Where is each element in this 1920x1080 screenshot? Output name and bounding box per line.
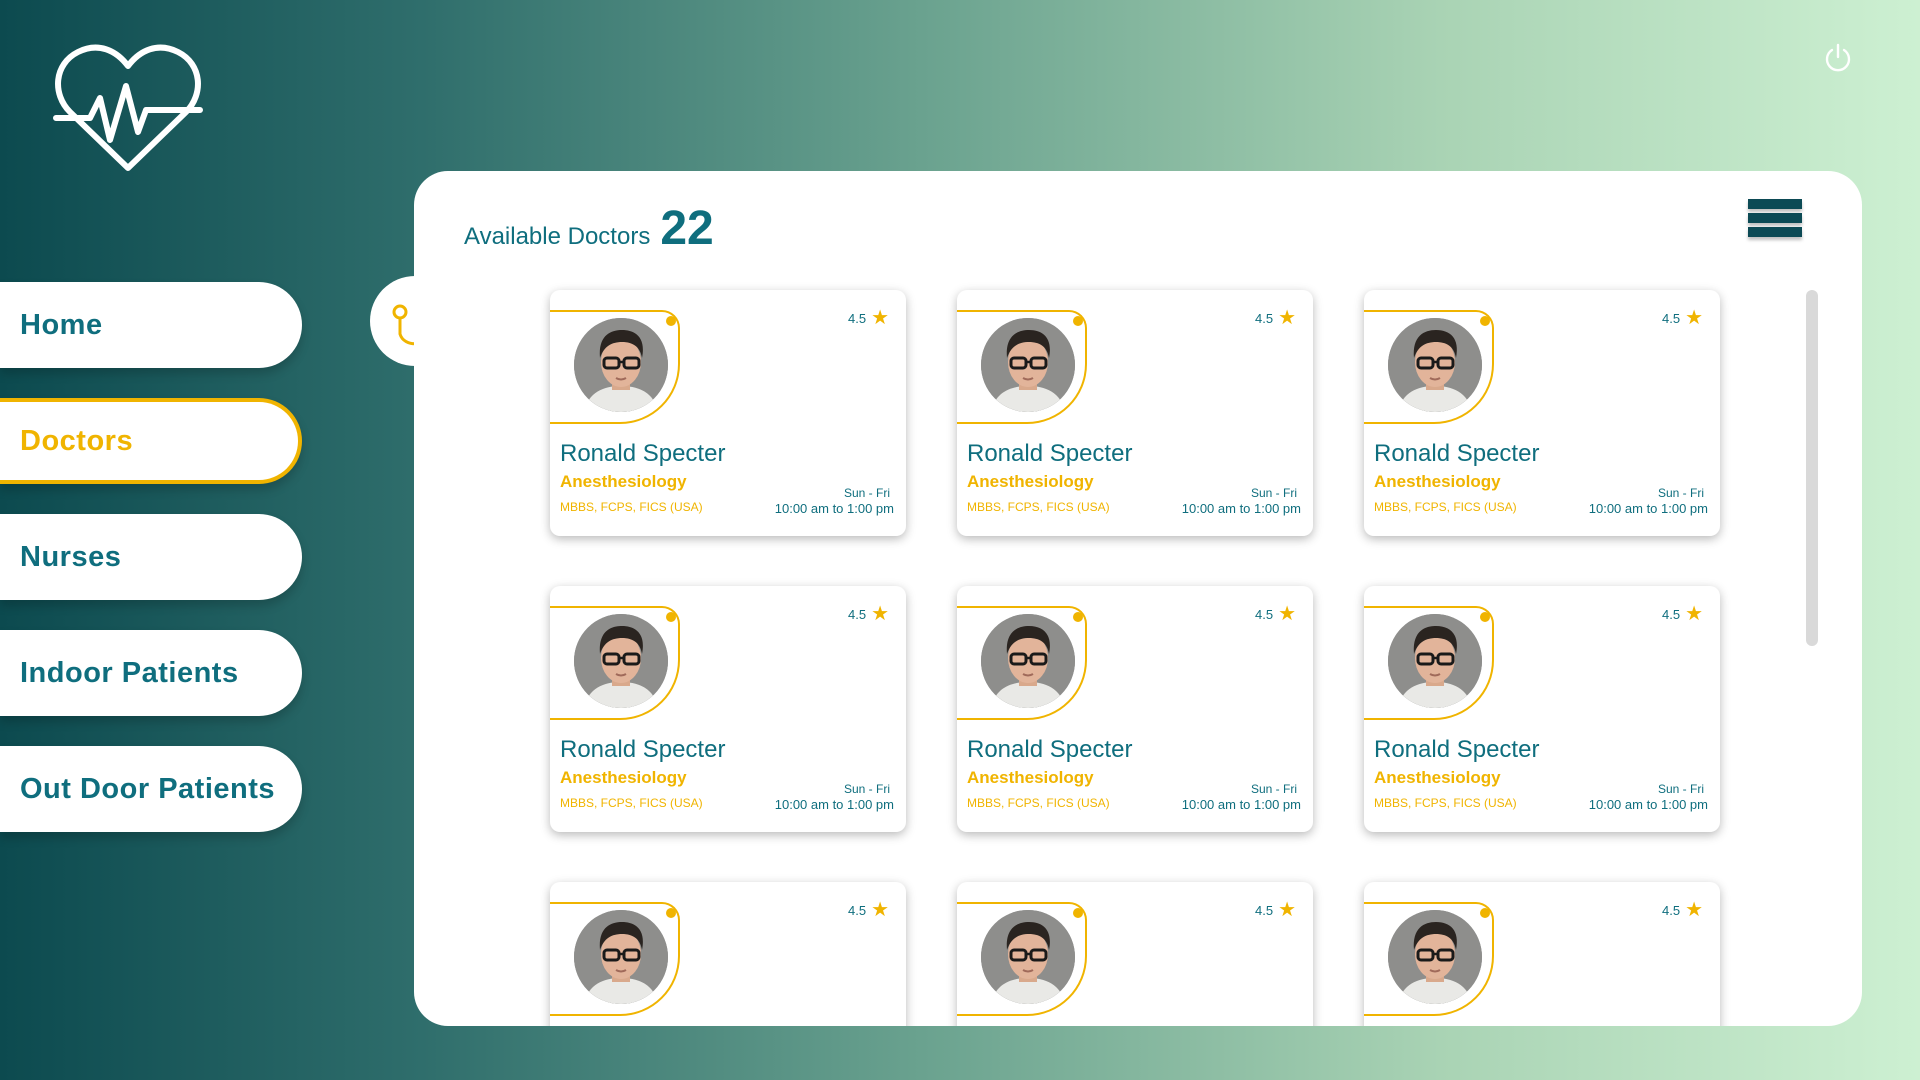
doctor-name: Ronald Specter bbox=[560, 736, 726, 763]
online-status-dot bbox=[1073, 908, 1083, 918]
doctor-degrees: MBBS, FCPS, FICS (USA) bbox=[967, 500, 1110, 514]
scrollbar[interactable] bbox=[1806, 290, 1818, 646]
rating-value: 4.5 bbox=[848, 606, 867, 622]
heartbeat-heart-icon bbox=[53, 44, 203, 171]
rating-value: 4.5 bbox=[1255, 606, 1274, 622]
online-status-dot bbox=[1073, 612, 1083, 622]
rating: 4.5 ★ bbox=[848, 900, 889, 920]
rating-value: 4.5 bbox=[1662, 310, 1681, 326]
doctor-name: Ronald Specter bbox=[560, 440, 726, 467]
doctor-card[interactable]: 4.5 ★ Ronald Specter Anesthesiology MBBS… bbox=[550, 290, 906, 536]
star-icon: ★ bbox=[871, 899, 890, 921]
star-icon: ★ bbox=[1278, 603, 1297, 625]
doctor-card[interactable]: 4.5 ★ Ronald Specter Anesthesiology MBBS… bbox=[957, 586, 1313, 832]
online-status-dot bbox=[1480, 316, 1490, 326]
rating: 4.5 ★ bbox=[1255, 900, 1296, 920]
doctor-specialty: Anesthesiology bbox=[560, 768, 687, 787]
rating: 4.5 ★ bbox=[1255, 308, 1296, 328]
rating: 4.5 ★ bbox=[1662, 604, 1703, 624]
doctor-avatar bbox=[1388, 614, 1482, 708]
rating: 4.5 ★ bbox=[1255, 604, 1296, 624]
doctor-degrees: MBBS, FCPS, FICS (USA) bbox=[1374, 500, 1517, 514]
doctor-grid: 4.5 ★ Ronald Specter Anesthesiology MBBS… bbox=[540, 280, 1740, 1026]
available-days: Sun - Fri bbox=[1250, 486, 1297, 500]
rating-value: 4.5 bbox=[1662, 606, 1681, 622]
rating: 4.5 ★ bbox=[848, 604, 889, 624]
power-icon[interactable] bbox=[1822, 42, 1854, 74]
doctor-avatar bbox=[574, 614, 668, 708]
online-status-dot bbox=[1480, 908, 1490, 918]
available-time: 10:00 am to 1:00 pm bbox=[1588, 797, 1708, 812]
online-status-dot bbox=[666, 908, 676, 918]
doctor-degrees: MBBS, FCPS, FICS (USA) bbox=[560, 796, 703, 810]
nav-item-outdoor-patients[interactable]: Out Door Patients bbox=[0, 746, 302, 832]
rating: 4.5 ★ bbox=[1662, 308, 1703, 328]
star-icon: ★ bbox=[1685, 899, 1704, 921]
doctor-name: Ronald Specter bbox=[1374, 440, 1540, 467]
star-icon: ★ bbox=[871, 307, 890, 329]
doctor-specialty: Anesthesiology bbox=[967, 472, 1094, 491]
star-icon: ★ bbox=[1685, 307, 1704, 329]
available-days: Sun - Fri bbox=[1657, 782, 1704, 796]
panel-title: Available Doctors 22 bbox=[464, 201, 714, 256]
available-days: Sun - Fri bbox=[843, 486, 890, 500]
doctor-avatar bbox=[574, 318, 668, 412]
available-days: Sun - Fri bbox=[1657, 486, 1704, 500]
doctor-avatar bbox=[981, 318, 1075, 412]
doctor-degrees: MBBS, FCPS, FICS (USA) bbox=[560, 500, 703, 514]
available-days: Sun - Fri bbox=[1250, 782, 1297, 796]
hamburger-menu-icon[interactable] bbox=[1748, 199, 1802, 245]
available-doctors-label: Available Doctors bbox=[464, 223, 651, 250]
available-time: 10:00 am to 1:00 pm bbox=[774, 501, 894, 516]
nav-item-doctors[interactable]: Doctors bbox=[0, 398, 302, 484]
online-status-dot bbox=[1480, 612, 1490, 622]
nav-item-home[interactable]: Home bbox=[0, 282, 302, 368]
rating: 4.5 ★ bbox=[1662, 900, 1703, 920]
doctor-degrees: MBBS, FCPS, FICS (USA) bbox=[967, 796, 1110, 810]
rating-value: 4.5 bbox=[1662, 902, 1681, 918]
rating-value: 4.5 bbox=[848, 310, 867, 326]
doctor-avatar bbox=[981, 910, 1075, 1004]
star-icon: ★ bbox=[1278, 307, 1297, 329]
doctor-card[interactable]: 4.5 ★ Ronald Specter Anesthesiology MBBS… bbox=[1364, 290, 1720, 536]
available-time: 10:00 am to 1:00 pm bbox=[774, 797, 894, 812]
doctor-card[interactable]: 4.5 ★ Ronald Specter Anesthesiology MBBS… bbox=[957, 882, 1313, 1026]
rating-value: 4.5 bbox=[848, 902, 867, 918]
doctor-card[interactable]: 4.5 ★ Ronald Specter Anesthesiology MBBS… bbox=[1364, 882, 1720, 1026]
available-time: 10:00 am to 1:00 pm bbox=[1181, 797, 1301, 812]
doctor-card[interactable]: 4.5 ★ Ronald Specter Anesthesiology MBBS… bbox=[957, 290, 1313, 536]
doctor-count: 22 bbox=[660, 202, 714, 255]
doctor-name: Ronald Specter bbox=[967, 440, 1133, 467]
doctor-avatar bbox=[574, 910, 668, 1004]
online-status-dot bbox=[666, 316, 676, 326]
doctor-name: Ronald Specter bbox=[1374, 736, 1540, 763]
doctor-avatar bbox=[1388, 910, 1482, 1004]
doctor-specialty: Anesthesiology bbox=[1374, 768, 1501, 787]
doctor-avatar bbox=[1388, 318, 1482, 412]
rating-value: 4.5 bbox=[1255, 310, 1274, 326]
online-status-dot bbox=[666, 612, 676, 622]
available-time: 10:00 am to 1:00 pm bbox=[1588, 501, 1708, 516]
doctor-card[interactable]: 4.5 ★ Ronald Specter Anesthesiology MBBS… bbox=[550, 882, 906, 1026]
doctor-card[interactable]: 4.5 ★ Ronald Specter Anesthesiology MBBS… bbox=[550, 586, 906, 832]
doctor-degrees: MBBS, FCPS, FICS (USA) bbox=[1374, 796, 1517, 810]
online-status-dot bbox=[1073, 316, 1083, 326]
available-days: Sun - Fri bbox=[843, 782, 890, 796]
star-icon: ★ bbox=[871, 603, 890, 625]
doctor-name: Ronald Specter bbox=[967, 736, 1133, 763]
doctor-card[interactable]: 4.5 ★ Ronald Specter Anesthesiology MBBS… bbox=[1364, 586, 1720, 832]
available-time: 10:00 am to 1:00 pm bbox=[1181, 501, 1301, 516]
star-icon: ★ bbox=[1278, 899, 1297, 921]
rating-value: 4.5 bbox=[1255, 902, 1274, 918]
star-icon: ★ bbox=[1685, 603, 1704, 625]
doctor-avatar bbox=[981, 614, 1075, 708]
nav-item-indoor-patients[interactable]: Indoor Patients bbox=[0, 630, 302, 716]
rating: 4.5 ★ bbox=[848, 308, 889, 328]
doctor-specialty: Anesthesiology bbox=[560, 472, 687, 491]
doctor-specialty: Anesthesiology bbox=[1374, 472, 1501, 491]
doctor-specialty: Anesthesiology bbox=[967, 768, 1094, 787]
nav-item-nurses[interactable]: Nurses bbox=[0, 514, 302, 600]
